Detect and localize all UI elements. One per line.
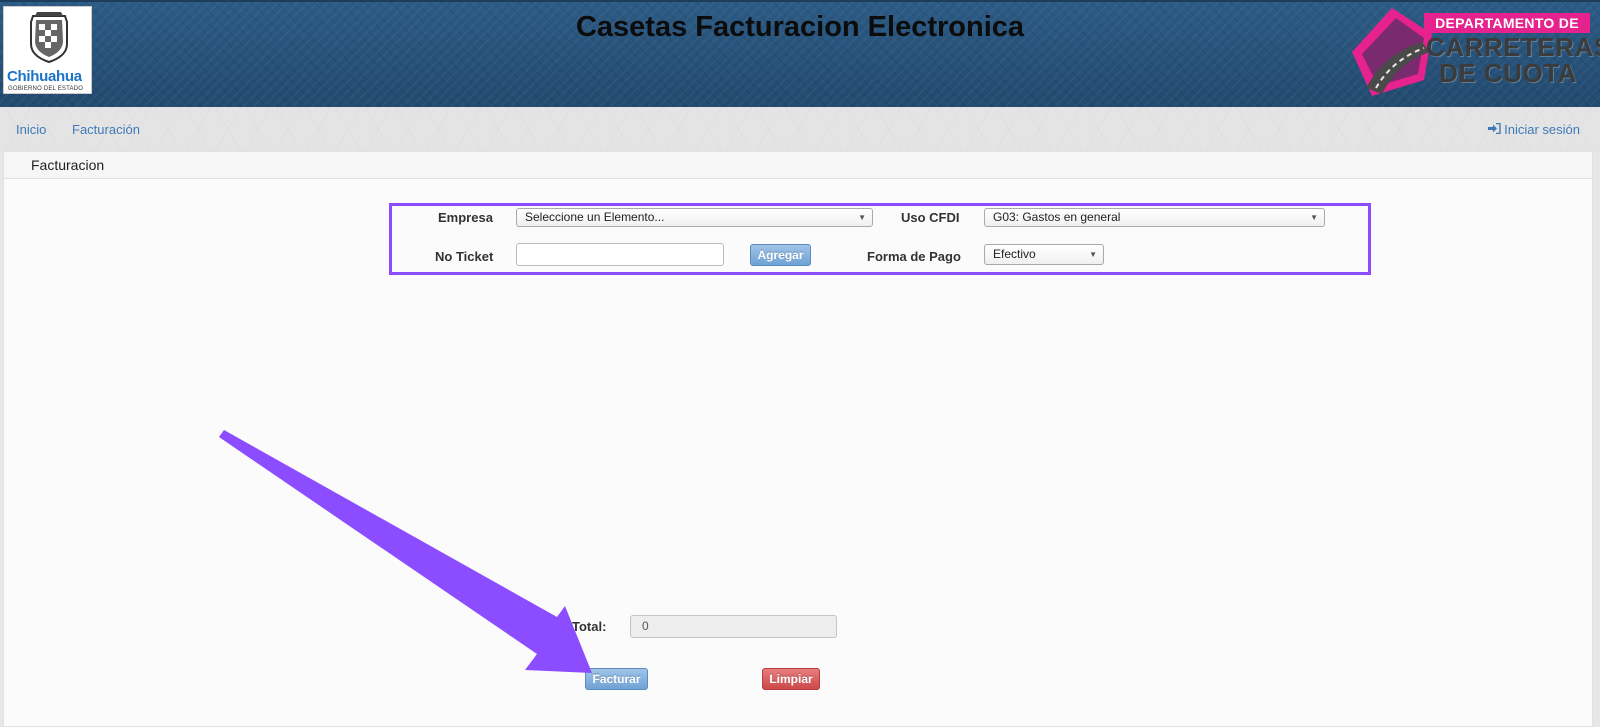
brand-subtitle: GOBIERNO DEL ESTADO xyxy=(8,86,84,92)
empresa-select[interactable]: Seleccione un Elemento... ▼ xyxy=(516,208,873,227)
chevron-down-icon: ▼ xyxy=(858,213,866,222)
dept-banner: DEPARTAMENTO DE xyxy=(1424,13,1590,33)
empresa-select-value: Seleccione un Elemento... xyxy=(525,210,665,224)
forma-pago-select-value: Efectivo xyxy=(993,247,1036,261)
empresa-label: Empresa xyxy=(438,210,493,225)
facturacion-panel: Facturacion Empresa Seleccione un Elemen… xyxy=(3,151,1593,727)
uso-cfdi-select[interactable]: G03: Gastos en general ▼ xyxy=(984,208,1325,227)
app-header: Chihuahua GOBIERNO DEL ESTADO Casetas Fa… xyxy=(0,0,1600,109)
nav-item-facturacion[interactable]: Facturación xyxy=(72,122,140,137)
chevron-down-icon: ▼ xyxy=(1310,213,1318,222)
agregar-button[interactable]: Agregar xyxy=(750,244,811,266)
sign-in-icon xyxy=(1488,122,1501,137)
facturar-button[interactable]: Facturar xyxy=(585,668,648,690)
panel-title: Facturacion xyxy=(4,152,1592,179)
nav-item-inicio[interactable]: Inicio xyxy=(16,122,46,137)
limpiar-button[interactable]: Limpiar xyxy=(762,668,820,690)
login-label: Iniciar sesión xyxy=(1504,122,1580,137)
no-ticket-input[interactable] xyxy=(516,243,724,266)
carreteras-logo: DEPARTAMENTO DE CARRETERAS DE CUOTA xyxy=(1352,8,1600,98)
top-nav: Inicio Facturación Iniciar sesión xyxy=(0,107,1600,151)
chevron-down-icon: ▼ xyxy=(1089,250,1097,259)
total-field: 0 xyxy=(630,615,837,638)
uso-cfdi-label: Uso CFDI xyxy=(901,210,960,225)
forma-pago-label: Forma de Pago xyxy=(867,249,961,264)
form-highlight-box: Empresa Seleccione un Elemento... ▼ Uso … xyxy=(389,203,1371,275)
total-label: Total: xyxy=(572,619,607,634)
uso-cfdi-select-value: G03: Gastos en general xyxy=(993,210,1121,224)
brand-name: Chihuahua xyxy=(7,68,82,85)
no-ticket-label: No Ticket xyxy=(435,249,494,264)
login-link[interactable]: Iniciar sesión xyxy=(1488,122,1580,137)
forma-pago-select[interactable]: Efectivo ▼ xyxy=(984,244,1104,265)
dept-line-cuota: DE CUOTA xyxy=(1439,58,1577,88)
